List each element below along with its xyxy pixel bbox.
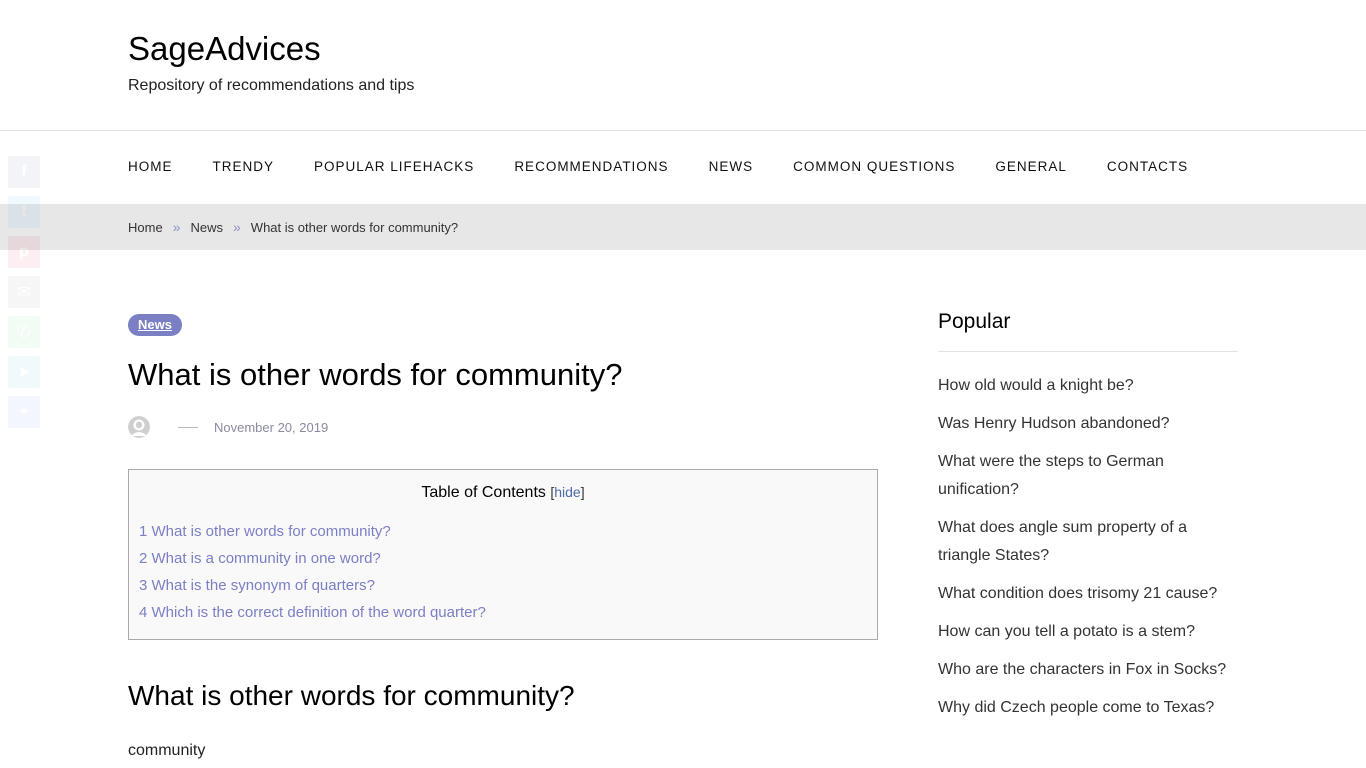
email-icon: ✉ bbox=[17, 284, 31, 301]
whatsapp-icon: ✆ bbox=[17, 324, 31, 341]
social-share-bar: f t p ✉ ✆ ➤ + bbox=[8, 156, 40, 436]
popular-post-link[interactable]: What does angle sum property of a triang… bbox=[938, 519, 1187, 564]
twitter-icon: t bbox=[21, 203, 27, 220]
meta-divider bbox=[178, 426, 198, 428]
popular-list: How old would a knight be? Was Henry Hud… bbox=[938, 372, 1238, 722]
site-description: Repository of recommendations and tips bbox=[128, 77, 415, 94]
email-share-button[interactable]: ✉ bbox=[8, 276, 40, 308]
toc-item[interactable]: 3 What is the synonym of quarters? bbox=[139, 577, 375, 594]
post-title: What is other words for community? bbox=[128, 357, 623, 392]
breadcrumb-news[interactable]: News bbox=[190, 220, 223, 235]
breadcrumb-bar: Home » News » What is other words for co… bbox=[0, 204, 1366, 250]
pinterest-icon: p bbox=[19, 243, 29, 260]
author-avatar-icon[interactable] bbox=[128, 416, 150, 439]
facebook-icon: f bbox=[21, 163, 27, 180]
toc-title: Table of Contents bbox=[421, 484, 546, 502]
whatsapp-share-button[interactable]: ✆ bbox=[8, 316, 40, 348]
nav-item-general[interactable]: GENERAL bbox=[995, 159, 1067, 174]
breadcrumb-separator-icon: » bbox=[233, 219, 241, 235]
popular-post-link[interactable]: What condition does trisomy 21 cause? bbox=[938, 585, 1217, 602]
sidebar: Popular How old would a knight be? Was H… bbox=[938, 310, 1238, 732]
popular-post-link[interactable]: Why did Czech people come to Texas? bbox=[938, 699, 1214, 716]
facebook-share-button[interactable]: f bbox=[8, 156, 40, 188]
breadcrumb-home[interactable]: Home bbox=[128, 220, 163, 235]
popular-post-link[interactable]: Who are the characters in Fox in Socks? bbox=[938, 661, 1226, 678]
nav-item-contacts[interactable]: CONTACTS bbox=[1107, 159, 1188, 174]
nav-item-news[interactable]: NEWS bbox=[709, 159, 754, 174]
nav-item-home[interactable]: HOME bbox=[128, 159, 173, 174]
telegram-icon: ➤ bbox=[17, 364, 31, 381]
toc-item[interactable]: 2 What is a community in one word? bbox=[139, 550, 381, 567]
popular-widget-title: Popular bbox=[938, 310, 1238, 352]
popular-post-link[interactable]: Was Henry Hudson abandoned? bbox=[938, 415, 1170, 432]
popular-post-link[interactable]: How can you tell a potato is a stem? bbox=[938, 623, 1195, 640]
twitter-share-button[interactable]: t bbox=[8, 196, 40, 228]
article-paragraph: community bbox=[128, 742, 206, 760]
more-share-button[interactable]: + bbox=[8, 396, 40, 428]
breadcrumb-current: What is other words for community? bbox=[250, 219, 459, 235]
post-meta: November 20, 2019 bbox=[128, 415, 878, 439]
nav-item-common-questions[interactable]: COMMON QUESTIONS bbox=[793, 159, 955, 174]
telegram-share-button[interactable]: ➤ bbox=[8, 356, 40, 388]
pinterest-share-button[interactable]: p bbox=[8, 236, 40, 268]
popular-post-link[interactable]: What were the steps to German unificatio… bbox=[938, 453, 1164, 498]
breadcrumb: Home » News » What is other words for co… bbox=[128, 219, 458, 235]
main-navigation: HOME TRENDY POPULAR LIFEHACKS RECOMMENDA… bbox=[0, 130, 1366, 204]
toc-item[interactable]: 1 What is other words for community? bbox=[139, 523, 391, 540]
table-of-contents: Table of Contents [hide] 1 What is other… bbox=[128, 469, 878, 641]
popular-post-link[interactable]: How old would a knight be? bbox=[938, 377, 1134, 394]
section-heading: What is other words for community? bbox=[128, 680, 575, 712]
breadcrumb-separator-icon: » bbox=[172, 219, 181, 235]
site-header: SageAdvices Repository of recommendation… bbox=[0, 0, 1366, 130]
category-badge[interactable]: News bbox=[128, 314, 182, 336]
article: News What is other words for community? … bbox=[128, 314, 878, 760]
nav-item-popular-lifehacks[interactable]: POPULAR LIFEHACKS bbox=[314, 159, 474, 174]
share-icon: + bbox=[19, 403, 29, 420]
toc-item[interactable]: 4 Which is the correct definition of the… bbox=[139, 604, 486, 621]
post-date: November 20, 2019 bbox=[214, 419, 329, 435]
toc-hide-toggle[interactable]: hide bbox=[554, 484, 580, 500]
nav-item-trendy[interactable]: TRENDY bbox=[213, 159, 275, 174]
nav-item-recommendations[interactable]: RECOMMENDATIONS bbox=[514, 159, 668, 174]
site-title-link[interactable]: SageAdvices bbox=[128, 30, 321, 68]
